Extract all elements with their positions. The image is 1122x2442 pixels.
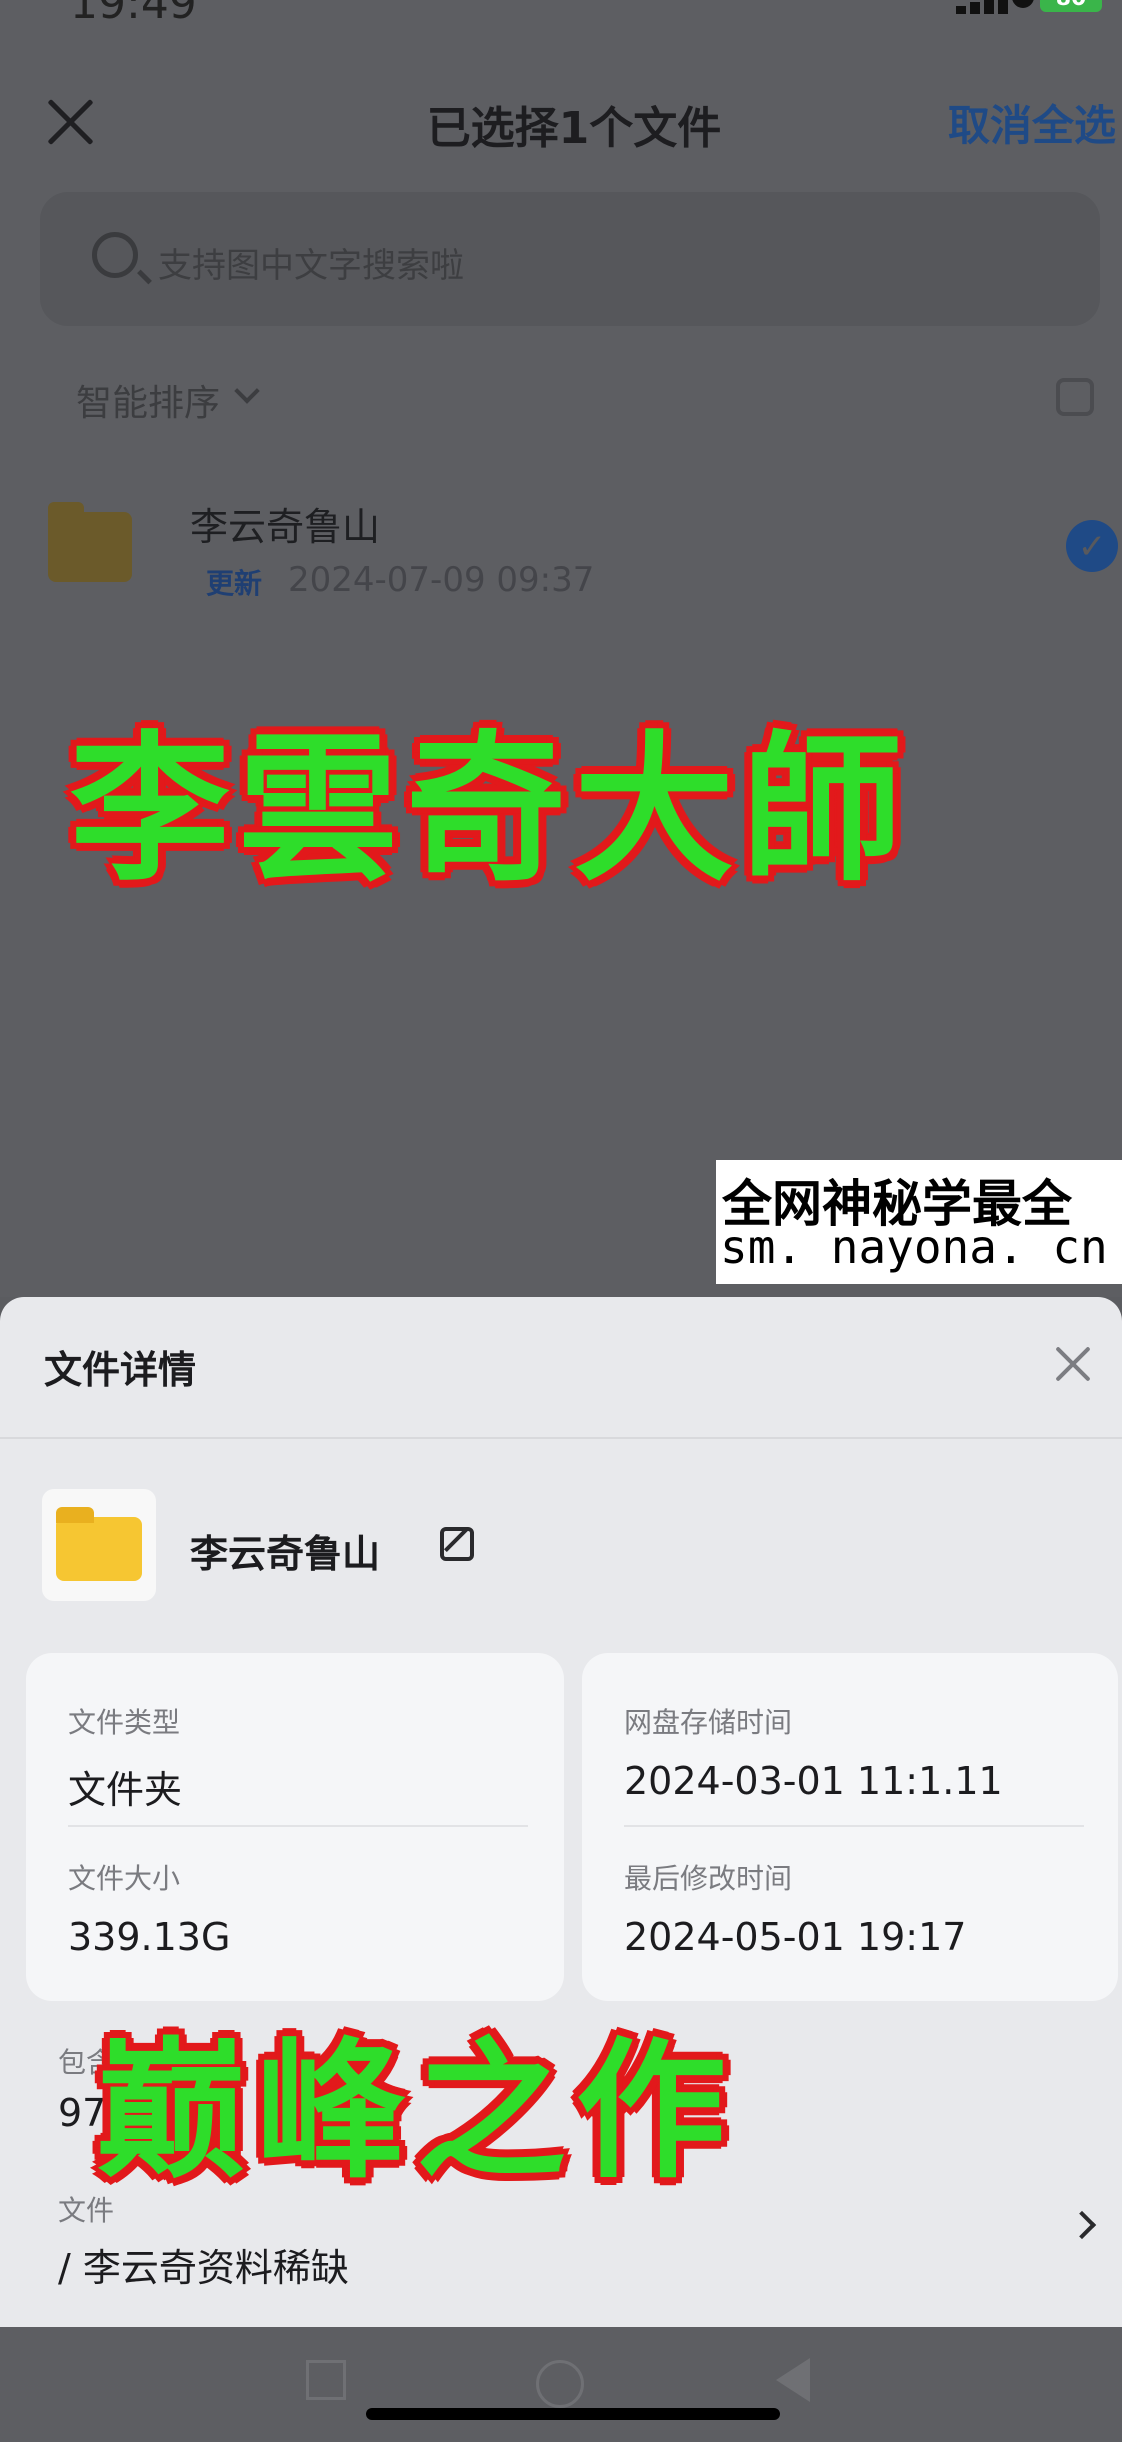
stored-time-label: 网盘存储时间 [624, 1706, 793, 1739]
file-type-value: 文件夹 [68, 1768, 183, 1812]
ad-line-2: sm. nayona. cn [720, 1220, 1108, 1274]
search-placeholder: 支持图中文字搜索啦 [158, 246, 464, 286]
promo-overlay-text: 李雲奇大師 [70, 715, 911, 903]
update-badge: 更新 [206, 567, 263, 600]
signal-icon [956, 0, 1012, 14]
home-icon[interactable] [536, 2360, 584, 2408]
sheet-title: 文件详情 [44, 1348, 197, 1392]
edit-icon[interactable] [440, 1527, 474, 1561]
file-info-card: 文件类型 文件夹 文件大小 339.13G [26, 1653, 564, 2001]
close-icon[interactable] [1054, 1345, 1092, 1383]
recents-icon[interactable] [306, 2360, 346, 2400]
divider [68, 1825, 528, 1827]
file-name: 李云奇鲁山 [190, 1532, 381, 1576]
search-icon [92, 232, 138, 278]
divider [0, 1437, 1122, 1439]
battery-icon: 80 [1040, 0, 1102, 12]
back-icon[interactable] [776, 2358, 810, 2402]
status-bar: 19:49 80 [0, 0, 1122, 30]
folder-icon [48, 502, 132, 582]
home-indicator[interactable] [366, 2408, 780, 2420]
status-time: 19:49 [70, 0, 197, 29]
checkmark-icon[interactable]: ✓ [1066, 520, 1118, 572]
promo-overlay-text-bottom: 巅峰之作 [96, 2023, 737, 2199]
sort-dropdown[interactable]: 智能排序 [76, 374, 220, 426]
cancel-select-all-button[interactable]: 取消全选 [948, 92, 1116, 153]
file-row-name[interactable]: 李云奇鲁山 [190, 496, 380, 551]
divider [624, 1825, 1084, 1827]
watermark-ad: 全网神秘学最全 sm. nayona. cn [716, 1160, 1122, 1284]
modified-time-value: 2024-05-01 19:17 [624, 1915, 967, 1959]
wifi-icon [1012, 0, 1034, 8]
file-row-date: 2024-07-09 09:37 [288, 560, 595, 600]
file-size-value: 339.13G [68, 1915, 231, 1959]
grid-view-icon[interactable] [1056, 378, 1094, 416]
file-size-label: 文件大小 [68, 1862, 181, 1895]
folder-icon [56, 1507, 142, 1581]
chevron-right-icon[interactable] [1067, 2210, 1097, 2240]
path-value[interactable]: / 李云奇资料稀缺 [58, 2237, 349, 2292]
time-info-card: 网盘存储时间 2024-03-01 11:1.11 最后修改时间 2024-05… [582, 1653, 1118, 2001]
modified-time-label: 最后修改时间 [624, 1862, 793, 1895]
stored-time-value: 2024-03-01 11:1.11 [624, 1759, 1003, 1803]
folder-thumbnail [42, 1489, 156, 1601]
file-type-label: 文件类型 [68, 1706, 181, 1739]
